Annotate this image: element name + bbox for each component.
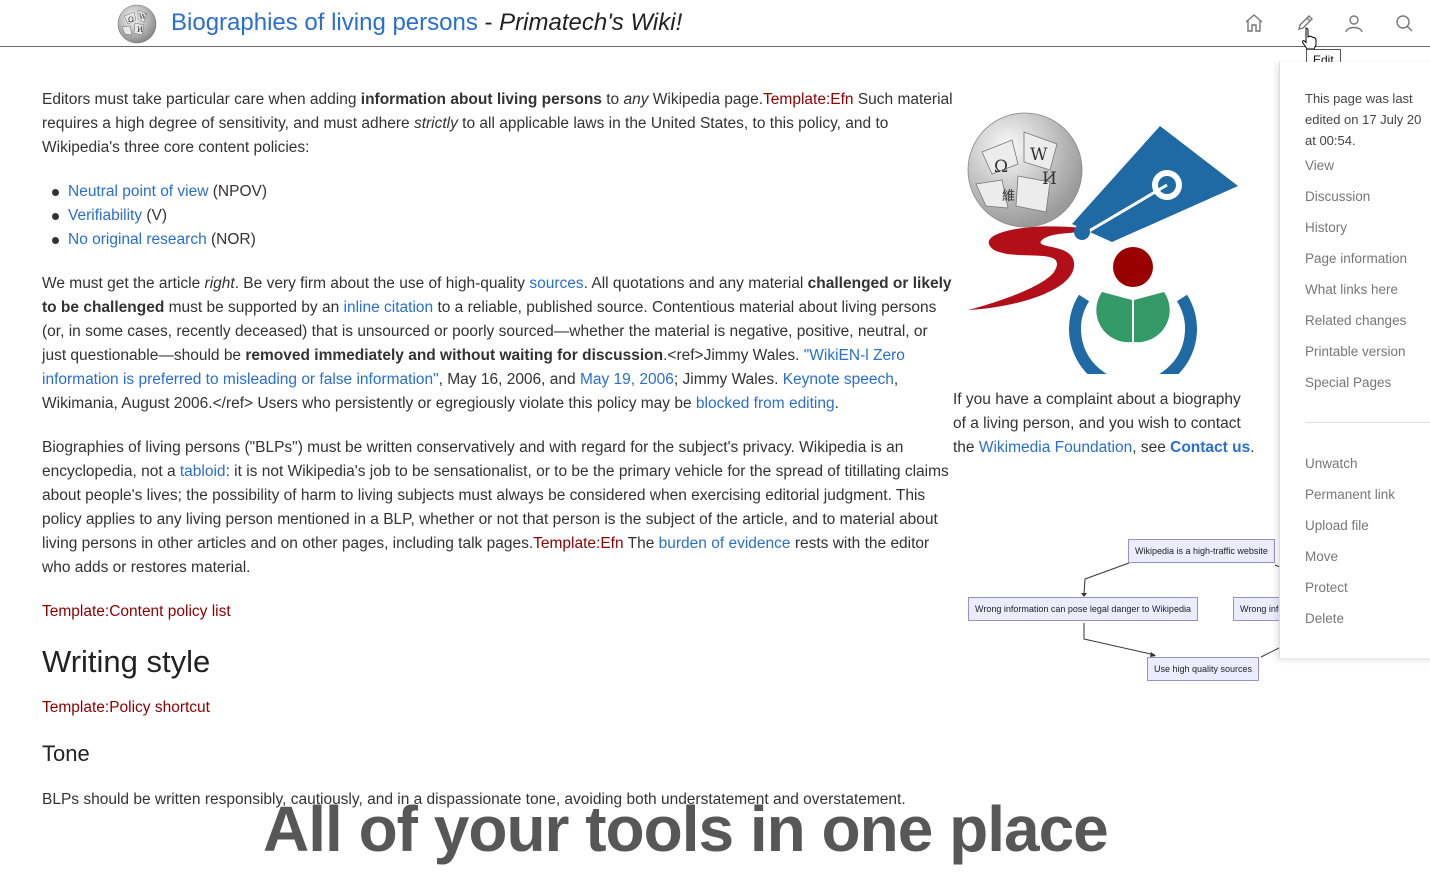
page-information-link[interactable]: Page information — [1305, 251, 1407, 266]
core-policies-list: Neutral point of view (NPOV) Verifiabili… — [42, 180, 954, 252]
site-title: Biographies of living persons - Primatec… — [171, 9, 682, 37]
discussion-link[interactable]: Discussion — [1305, 189, 1370, 204]
policy-shortcut-link[interactable]: Template:Policy shortcut — [42, 699, 210, 716]
tools-banner: All of your tools in one place — [263, 793, 1109, 865]
content-policy-link[interactable]: Template:Content policy list — [42, 603, 231, 620]
page-title-link[interactable]: Biographies of living persons — [171, 9, 478, 36]
policy-shortcut-template: Template:Policy shortcut — [42, 696, 954, 720]
list-item: No original research (NOR) — [52, 228, 954, 252]
contact-us-link[interactable]: Contact us — [1170, 439, 1250, 456]
related-changes-link[interactable]: Related changes — [1305, 313, 1406, 328]
user-icon[interactable] — [1343, 12, 1365, 34]
view-link[interactable]: View — [1305, 158, 1334, 173]
sources-paragraph: We must get the article right. Be very f… — [42, 275, 952, 412]
search-icon[interactable] — [1393, 12, 1415, 34]
svg-text:Ω: Ω — [128, 16, 134, 24]
home-icon[interactable] — [1243, 12, 1265, 34]
permanent-link[interactable]: Permanent link — [1305, 487, 1395, 502]
list-item: Neutral point of view (NPOV) — [52, 180, 954, 204]
flowchart: Wikipedia is a high-traffic website Wron… — [965, 535, 1285, 690]
history-link[interactable]: History — [1305, 220, 1347, 235]
blp-paragraph: Biographies of living persons ("BLPs") m… — [42, 439, 949, 576]
nor-link[interactable]: No original research — [68, 231, 207, 248]
protect-link[interactable]: Protect — [1305, 580, 1348, 595]
top-header: Ω W И Biographies of living persons - Pr… — [0, 0, 1430, 47]
intro-paragraph: Editors must take particular care when a… — [42, 91, 953, 156]
svg-text:W: W — [1030, 145, 1048, 165]
tabloid-link[interactable]: tabloid — [180, 463, 226, 480]
may-19-link[interactable]: May 19, 2006 — [580, 371, 674, 388]
complaint-note: If you have a complaint about a biograph… — [953, 391, 1255, 456]
flow-node: Wrong infor — [1233, 597, 1285, 621]
article-body: Editors must take particular care when a… — [42, 88, 954, 832]
what-links-here-link[interactable]: What links here — [1305, 282, 1398, 297]
flow-node: Wrong information can pose legal danger … — [968, 597, 1198, 621]
last-edited-info: This page was last edited on 17 July 20 … — [1305, 91, 1422, 148]
title-separator: - — [477, 9, 500, 36]
wikimedia-foundation-link[interactable]: Wikimedia Foundation — [979, 439, 1132, 456]
verifiability-link[interactable]: Verifiability — [68, 207, 142, 224]
unwatch-link[interactable]: Unwatch — [1305, 456, 1358, 471]
printable-version-link[interactable]: Printable version — [1305, 344, 1406, 359]
site-name: Primatech's Wiki! — [499, 9, 683, 36]
inline-citation-link[interactable]: inline citation — [344, 299, 434, 316]
list-item: Verifiability (V) — [52, 204, 954, 228]
content-policy-template: Template:Content policy list — [42, 600, 954, 624]
template-efn-link[interactable]: Template:Efn — [763, 91, 853, 108]
tone-heading: Tone — [42, 741, 90, 766]
mouse-cursor-icon — [1300, 26, 1318, 50]
page-tools-panel: This page was last edited on 17 July 20 … — [1279, 62, 1430, 658]
special-pages-link[interactable]: Special Pages — [1305, 375, 1391, 390]
move-link[interactable]: Move — [1305, 549, 1338, 564]
flow-node: Use high quality sources — [1147, 657, 1260, 681]
panel-divider — [1305, 422, 1430, 423]
wikimedia-illustration: Ω W И 維 — [962, 112, 1244, 394]
svg-text:Ω: Ω — [994, 157, 1008, 177]
keynote-link[interactable]: Keynote speech — [783, 371, 894, 388]
npov-link[interactable]: Neutral point of view — [68, 183, 208, 200]
blocked-link[interactable]: blocked from editing — [696, 395, 835, 412]
burden-link[interactable]: burden of evidence — [659, 535, 791, 552]
delete-link[interactable]: Delete — [1305, 611, 1344, 626]
template-efn-link[interactable]: Template:Efn — [533, 535, 623, 552]
upload-file-link[interactable]: Upload file — [1305, 518, 1369, 533]
svg-text:W: W — [139, 13, 147, 21]
wiki-logo-icon[interactable]: Ω W И — [114, 2, 160, 44]
flow-node: Wikipedia is a high-traffic website — [1128, 539, 1275, 563]
writing-style-heading: Writing style — [42, 644, 211, 679]
sources-link[interactable]: sources — [529, 275, 583, 292]
svg-text:維: 維 — [1002, 189, 1015, 204]
svg-text:И: И — [137, 26, 143, 34]
svg-text:И: И — [1042, 169, 1057, 189]
